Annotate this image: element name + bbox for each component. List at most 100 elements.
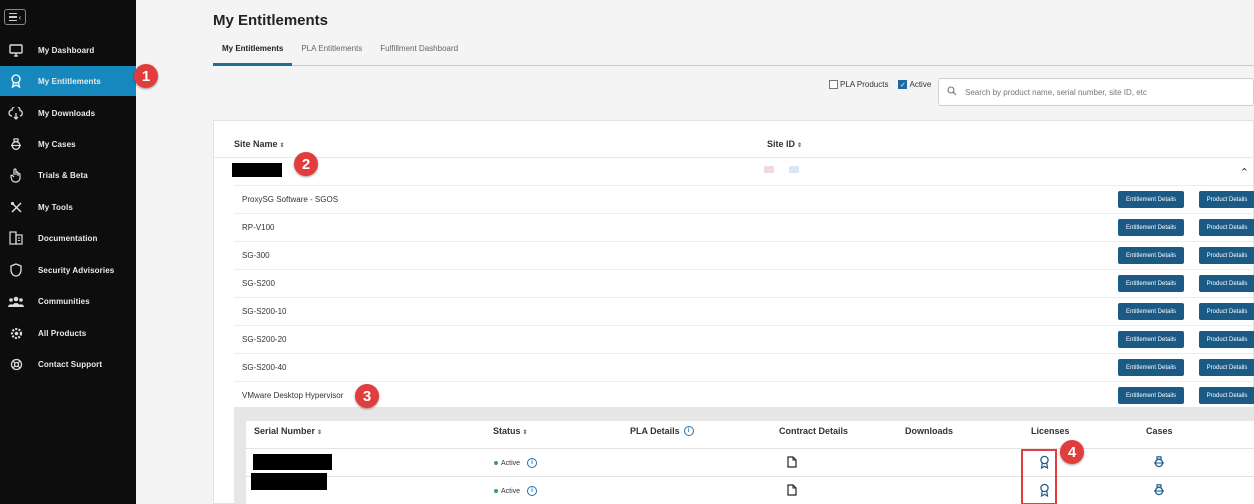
serial-number-header-label: Serial Number [254, 426, 316, 436]
redacted-serial-number [251, 473, 327, 490]
case-icon[interactable] [1153, 456, 1165, 471]
site-id-header-label: Site ID [767, 139, 796, 149]
status-header[interactable]: Status ⇕ [493, 426, 528, 436]
sidebar-item-my-tools[interactable]: My Tools [0, 192, 136, 222]
info-icon[interactable]: i [527, 486, 538, 496]
chevron-up-icon[interactable]: ⌃ [1240, 166, 1249, 179]
pla-products-filter[interactable]: PLA Products [829, 80, 888, 89]
product-details-button[interactable]: Product Details [1199, 275, 1254, 292]
entitlement-details-button[interactable]: Entitlement Details [1118, 331, 1184, 348]
product-name: SG-300 [242, 251, 270, 260]
product-details-button[interactable]: Product Details [1199, 303, 1254, 320]
site-id-header[interactable]: Site ID ⇕ [767, 139, 802, 149]
info-icon[interactable]: i [527, 458, 538, 468]
serial-subtable-panel: Serial Number ⇕ Status ⇕ PLA Details i Cont… [234, 407, 1254, 504]
licenses-highlight-box [1021, 449, 1057, 504]
product-row: SG-300 Entitlement Details Product Detai… [234, 241, 1254, 269]
pla-products-checkbox[interactable] [829, 80, 838, 89]
chevron-left-icon: ‹ [18, 12, 22, 22]
sort-icon: ⇕ [279, 143, 285, 149]
site-row[interactable]: ⌃ [214, 157, 1254, 185]
entitlement-details-button[interactable]: Entitlement Details [1118, 303, 1184, 320]
product-row: VMware Desktop Hypervisor Entitlement De… [234, 381, 1254, 409]
status-label: Active [501, 459, 521, 467]
sidebar-item-my-entitlements[interactable]: My Entitlements [0, 66, 136, 96]
sidebar-item-label: My Dashboard [38, 45, 95, 55]
cloud-download-icon [0, 106, 32, 120]
product-details-button[interactable]: Product Details [1199, 219, 1254, 236]
serial-subtable: Serial Number ⇕ Status ⇕ PLA Details i Cont… [246, 421, 1254, 504]
product-name: SG-S200-20 [242, 335, 287, 344]
document-icon[interactable] [787, 484, 797, 499]
hamburger-icon [8, 12, 17, 22]
tab-bar: My Entitlements PLA Entitlements Fulfill… [213, 36, 1254, 66]
info-icon[interactable]: i [683, 426, 694, 436]
sidebar-item-my-dashboard[interactable]: My Dashboard [0, 35, 136, 65]
tab-fulfillment-dashboard[interactable]: Fulfillment Dashboard [371, 36, 467, 66]
product-row: RP-V100 Entitlement Details Product Deta… [234, 213, 1254, 241]
product-name: SG-S200 [242, 279, 275, 288]
sidebar-item-security-advisories[interactable]: Security Advisories [0, 255, 136, 285]
site-name-header-label: Site Name [234, 139, 278, 149]
tab-my-entitlements[interactable]: My Entitlements [213, 36, 293, 66]
site-flag-icon [789, 166, 799, 173]
search-box[interactable] [938, 78, 1254, 106]
redacted-site-name [232, 163, 282, 177]
licenses-header: Licenses [1031, 426, 1070, 436]
product-row: SG-S200 Entitlement Details Product Deta… [234, 269, 1254, 297]
tools-icon [0, 201, 32, 214]
active-label: Active [909, 80, 932, 89]
serial-number-header[interactable]: Serial Number ⇕ [254, 426, 322, 436]
entitlements-card: Site Name ⇕ Site ID ⇕ ⌃ ProxySG Software -… [213, 120, 1254, 504]
case-icon [0, 137, 32, 151]
entitlement-details-button[interactable]: Entitlement Details [1118, 387, 1184, 404]
product-details-button[interactable]: Product Details [1199, 359, 1254, 376]
serial-row: Active i [246, 473, 1254, 504]
sidebar-item-label: Security Advisories [38, 265, 115, 275]
documentation-icon [0, 231, 32, 245]
filter-bar: PLA Products ✓ Active [829, 80, 937, 89]
product-details-button[interactable]: Product Details [1199, 191, 1254, 208]
callout-3: 3 [355, 384, 379, 408]
support-icon [0, 358, 32, 371]
product-details-button[interactable]: Product Details [1199, 387, 1254, 404]
sidebar-item-trials-beta[interactable]: Trials & Beta [0, 160, 136, 190]
sidebar-item-my-downloads[interactable]: My Downloads [0, 98, 136, 128]
sidebar-item-label: Communities [38, 296, 90, 306]
active-dot-icon [494, 489, 498, 493]
product-details-button[interactable]: Product Details [1199, 247, 1254, 264]
entitlement-details-button[interactable]: Entitlement Details [1118, 219, 1184, 236]
sidebar-item-label: My Cases [38, 139, 76, 149]
active-checkbox[interactable]: ✓ [898, 80, 908, 89]
sidebar-item-my-cases[interactable]: My Cases [0, 129, 136, 159]
ribbon-icon [0, 74, 32, 88]
active-filter[interactable]: ✓ Active [898, 80, 931, 89]
site-flag-icon [764, 166, 774, 173]
entitlement-details-button[interactable]: Entitlement Details [1118, 275, 1184, 292]
monitor-icon [0, 43, 32, 57]
page-title: My Entitlements [213, 12, 329, 29]
downloads-header: Downloads [905, 426, 954, 436]
product-details-button[interactable]: Product Details [1199, 331, 1254, 348]
case-icon[interactable] [1153, 484, 1165, 499]
active-dot-icon [494, 461, 498, 465]
entitlement-details-button[interactable]: Entitlement Details [1118, 359, 1184, 376]
sidebar-item-documentation[interactable]: Documentation [0, 223, 136, 253]
product-name: VMware Desktop Hypervisor [242, 391, 344, 400]
sidebar-item-all-products[interactable]: All Products [0, 318, 136, 348]
tab-pla-entitlements[interactable]: PLA Entitlements [292, 36, 371, 66]
sidebar-item-contact-support[interactable]: Contact Support [0, 349, 136, 379]
callout-1: 1 [134, 64, 158, 88]
search-input[interactable] [965, 87, 1235, 97]
menu-toggle-button[interactable]: ‹ [4, 9, 26, 25]
site-name-header[interactable]: Site Name ⇕ [234, 139, 285, 149]
sidebar-item-label: My Entitlements [38, 76, 101, 86]
people-icon [0, 295, 32, 308]
sidebar-item-label: My Downloads [38, 108, 96, 118]
status-label: Active [501, 487, 521, 495]
entitlement-details-button[interactable]: Entitlement Details [1118, 191, 1184, 208]
entitlement-details-button[interactable]: Entitlement Details [1118, 247, 1184, 264]
product-row: SG-S200-10 Entitlement Details Product D… [234, 297, 1254, 325]
sidebar-item-communities[interactable]: Communities [0, 286, 136, 316]
document-icon[interactable] [787, 456, 797, 471]
